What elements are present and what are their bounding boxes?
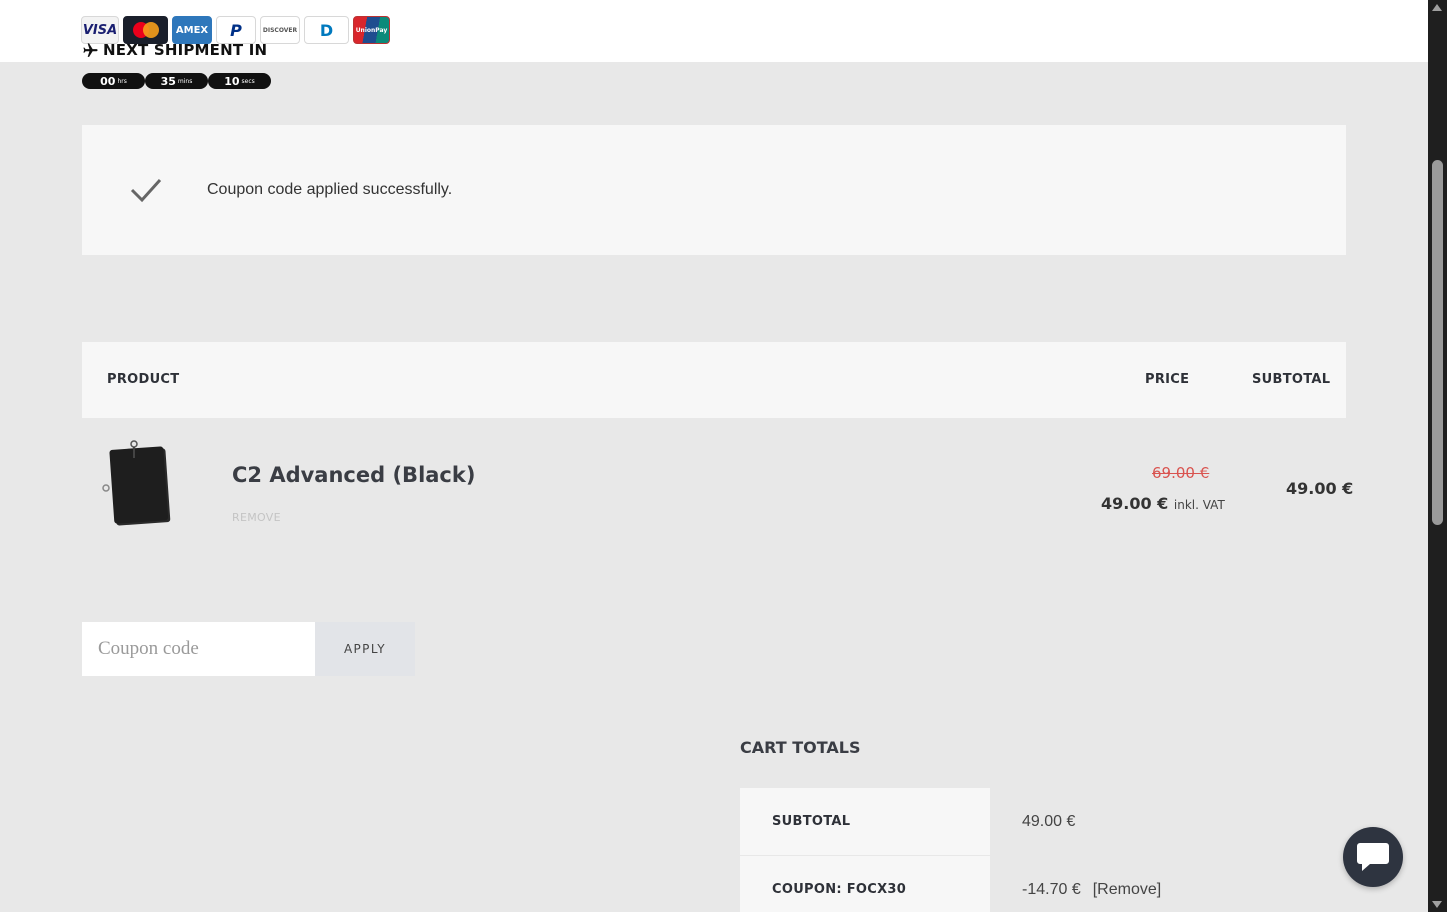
- remove-item-link[interactable]: REMOVE: [232, 511, 281, 524]
- totals-row-coupon: COUPON: FOCX30 -14.70 € [Remove]: [740, 856, 1346, 912]
- payment-methods: VISA AMEX P DISCOVER D UnionPay: [81, 16, 390, 44]
- column-header-price: PRICE: [1145, 372, 1190, 387]
- subtotal-amount: 49.00 €: [1022, 812, 1076, 830]
- shipment-title: NEXT SHIPMENT IN: [82, 41, 267, 59]
- mastercard-icon: [123, 16, 168, 44]
- column-header-product: PRODUCT: [107, 372, 180, 387]
- chat-bubble-icon: [1357, 843, 1389, 871]
- coupon-success-notice: Coupon code applied successfully.: [82, 125, 1346, 255]
- vat-note: inkl. VAT: [1173, 498, 1225, 512]
- sale-price-value: 49.00 €: [1101, 494, 1169, 513]
- notice-message: Coupon code applied successfully.: [207, 181, 453, 198]
- airplane-icon: [83, 42, 98, 57]
- checkmark-icon: [130, 178, 162, 203]
- amex-icon: AMEX: [172, 16, 212, 44]
- paypal-icon: P: [216, 16, 256, 44]
- discover-icon: DISCOVER: [260, 16, 300, 44]
- apply-coupon-button[interactable]: APPLY: [315, 622, 415, 676]
- diners-icon: D: [304, 16, 349, 44]
- cart-totals-title: CART TOTALS: [740, 738, 861, 757]
- totals-row-subtotal: SUBTOTAL 49.00 €: [740, 788, 1346, 856]
- totals-label: SUBTOTAL: [740, 788, 990, 855]
- cart-totals-table: SUBTOTAL 49.00 € COUPON: FOCX30 -14.70 €…: [740, 788, 1346, 912]
- product-name-link[interactable]: C2 Advanced (Black): [232, 463, 475, 487]
- shipment-countdown: 00 hrs 35 mins 10 secs: [82, 73, 271, 89]
- scrollbar-thumb[interactable]: [1432, 160, 1443, 525]
- timer-seconds: 10 secs: [208, 73, 271, 89]
- original-price: 69.00 €: [1152, 464, 1210, 482]
- totals-label: COUPON: FOCX30: [740, 856, 990, 912]
- product-thumbnail[interactable]: [100, 438, 180, 538]
- chat-widget-button[interactable]: [1343, 827, 1403, 887]
- vertical-scrollbar[interactable]: [1428, 0, 1447, 912]
- scroll-down-arrow-icon[interactable]: [1432, 901, 1442, 908]
- item-subtotal: 49.00 €: [1286, 479, 1354, 498]
- unionpay-icon: UnionPay: [353, 16, 390, 44]
- shipment-title-text: NEXT SHIPMENT IN: [103, 41, 268, 59]
- totals-value: -14.70 € [Remove]: [1022, 856, 1161, 912]
- scroll-up-arrow-icon[interactable]: [1432, 4, 1442, 11]
- visa-icon: VISA: [81, 16, 119, 44]
- remove-coupon-link[interactable]: [Remove]: [1093, 881, 1161, 899]
- timer-hours: 00 hrs: [82, 73, 145, 89]
- cart-table-header: PRODUCT PRICE SUBTOTAL: [82, 342, 1346, 418]
- timer-minutes: 35 mins: [145, 73, 208, 89]
- sale-price: 49.00 € inkl. VAT: [1101, 494, 1225, 513]
- coupon-discount-amount: -14.70 €: [1022, 880, 1081, 898]
- coupon-code-input[interactable]: [82, 622, 315, 676]
- totals-value: 49.00 €: [1022, 788, 1075, 855]
- column-header-subtotal: SUBTOTAL: [1252, 372, 1331, 387]
